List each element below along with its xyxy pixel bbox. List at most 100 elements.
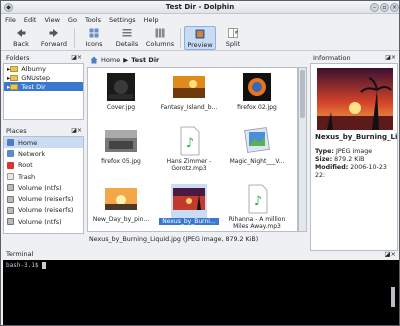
folder-icon [10, 74, 19, 81]
file-item[interactable]: firefox 02.jpg [227, 72, 287, 111]
menu-edit[interactable]: Edit [24, 16, 37, 24]
details-view-icon [122, 29, 132, 37]
image-thumbnail [107, 73, 135, 101]
drive-icon [7, 206, 14, 214]
terminal-cursor [42, 262, 46, 269]
folders-tree: ▸ Albumy ▸ GNUstep ▸ Test Dir [3, 63, 84, 120]
home-icon[interactable] [90, 56, 98, 64]
minimize-icon[interactable]: – [370, 3, 379, 12]
drive-icon [7, 195, 14, 203]
breadcrumb-separator-icon: ▶ [123, 55, 129, 64]
image-file-icon [244, 127, 270, 153]
terminal-console[interactable]: bash-3.1$ [3, 260, 399, 325]
file-item[interactable]: firefox 05.jpg [91, 126, 151, 165]
file-item[interactable]: Cover.jpg [91, 72, 151, 111]
menu-tools[interactable]: Tools [85, 16, 101, 24]
scrollbar-thumb[interactable] [300, 70, 305, 118]
status-bar-text: Nexus_by_Burning_Liquid.jpg (JPEG image,… [89, 236, 259, 243]
terminal-scrollbar[interactable] [391, 287, 395, 307]
preview-label: Preview [187, 41, 213, 49]
terminal-panel-title: Terminal [6, 250, 34, 258]
folder-item-test-dir[interactable]: ▸ Test Dir [4, 82, 83, 91]
file-item[interactable]: ♪ Hans Zimmer - Gorotz.mp3 [159, 126, 219, 172]
information-panel-title: Information [313, 54, 351, 62]
file-item[interactable]: New_Day_by_pin... [91, 184, 151, 223]
place-volume-ntfs-2[interactable]: Volume (ntfs) [4, 216, 83, 227]
place-trash[interactable]: Trash [4, 171, 83, 182]
dolphin-window: ◆ Test Dir - Dolphin – ▫ × File Edit Vie… [0, 0, 400, 326]
place-volume-reiserfs-2[interactable]: Volume (reiserfs) [4, 205, 83, 216]
panel-close-icon[interactable]: ◪× [71, 127, 82, 134]
place-label: Root [18, 161, 33, 170]
split-view-button[interactable]: Split [217, 26, 249, 50]
file-name: firefox 02.jpg [237, 104, 277, 111]
icons-label: Icons [85, 40, 103, 48]
maximize-icon[interactable]: ▫ [380, 3, 389, 12]
title-bar[interactable]: ◆ Test Dir - Dolphin – ▫ × [1, 1, 399, 14]
audio-file-icon: ♪ [180, 126, 200, 156]
info-size-label: Size: [315, 156, 333, 163]
icon-view-scrollbar[interactable] [298, 67, 307, 232]
menu-go[interactable]: Go [68, 16, 77, 24]
places-list: Home Network Root Trash Volume (ntfs) Vo… [3, 136, 84, 234]
menu-view[interactable]: View [44, 16, 59, 24]
file-name: Nexus_by_Burni... [159, 218, 219, 225]
place-label: Volume (ntfs) [18, 183, 62, 192]
folder-icon [10, 65, 19, 72]
folder-item-albumy[interactable]: ▸ Albumy [4, 64, 83, 73]
drive-icon [7, 218, 14, 226]
columns-view-button[interactable]: Columns [144, 26, 176, 50]
menu-help[interactable]: Help [144, 16, 159, 24]
image-thumbnail [243, 73, 271, 101]
svg-text:♪: ♪ [254, 194, 262, 209]
place-root[interactable]: Root [4, 160, 83, 171]
panel-close-icon[interactable]: ◪× [71, 54, 82, 61]
root-icon [7, 161, 14, 169]
breadcrumb-current[interactable]: Test Dir [131, 56, 159, 64]
menu-file[interactable]: File [5, 16, 16, 24]
main-toolbar: Back Forward Icons Details Columns Previ… [1, 26, 399, 51]
file-item[interactable]: Magic_Night___V... [227, 126, 287, 165]
place-volume-reiserfs-1[interactable]: Volume (reiserfs) [4, 193, 83, 204]
preview-icon [195, 29, 205, 39]
file-name: Rihanna - A million Miles Away.mp3 [228, 216, 286, 230]
image-thumbnail [105, 130, 137, 152]
place-network[interactable]: Network [4, 148, 83, 159]
panel-close-icon[interactable]: ◪× [384, 250, 396, 258]
file-icon-view[interactable]: Cover.jpg Fantasy_Island_b... firefox 02… [87, 67, 298, 232]
forward-button[interactable]: Forward [38, 26, 70, 50]
place-label: Network [18, 149, 46, 158]
home-icon [7, 139, 14, 147]
file-item-selected[interactable]: Nexus_by_Burni... [159, 184, 219, 225]
split-label: Split [225, 40, 241, 48]
arrow-right-icon [49, 29, 58, 37]
file-item[interactable]: ♪ Rihanna - A million Miles Away.mp3 [227, 184, 287, 230]
trash-icon [7, 173, 14, 181]
preview-toggle-button[interactable]: Preview [184, 26, 216, 50]
close-icon[interactable]: × [390, 3, 399, 12]
columns-label: Columns [145, 40, 175, 48]
columns-view-icon [155, 28, 165, 38]
image-thumbnail [105, 188, 137, 210]
places-panel-header: Places ◪× [3, 127, 84, 135]
image-thumbnail [173, 76, 205, 98]
menu-settings[interactable]: Settings [109, 16, 136, 24]
image-thumbnail [173, 188, 205, 210]
breadcrumb-home[interactable]: Home [101, 56, 120, 64]
place-label: Volume (reiserfs) [18, 206, 74, 215]
file-name: New_Day_by_pin... [92, 216, 150, 223]
preview-image [317, 68, 393, 130]
folder-icon [10, 83, 19, 90]
details-view-button[interactable]: Details [111, 26, 143, 50]
icons-view-button[interactable]: Icons [78, 26, 110, 50]
place-volume-ntfs-1[interactable]: Volume (ntfs) [4, 182, 83, 193]
info-type-label: Type: [315, 148, 334, 155]
place-label: Trash [18, 172, 36, 181]
folder-item-gnustep[interactable]: ▸ GNUstep [4, 73, 83, 82]
file-item[interactable]: Fantasy_Island_b... [159, 72, 219, 111]
panel-close-icon[interactable]: ◪× [385, 54, 396, 61]
place-home[interactable]: Home [4, 137, 83, 149]
back-button[interactable]: Back [5, 26, 37, 50]
info-size-value: 879.2 KiB [334, 156, 365, 163]
info-file-name: Nexus_by_Burning_Liqu [315, 133, 397, 141]
